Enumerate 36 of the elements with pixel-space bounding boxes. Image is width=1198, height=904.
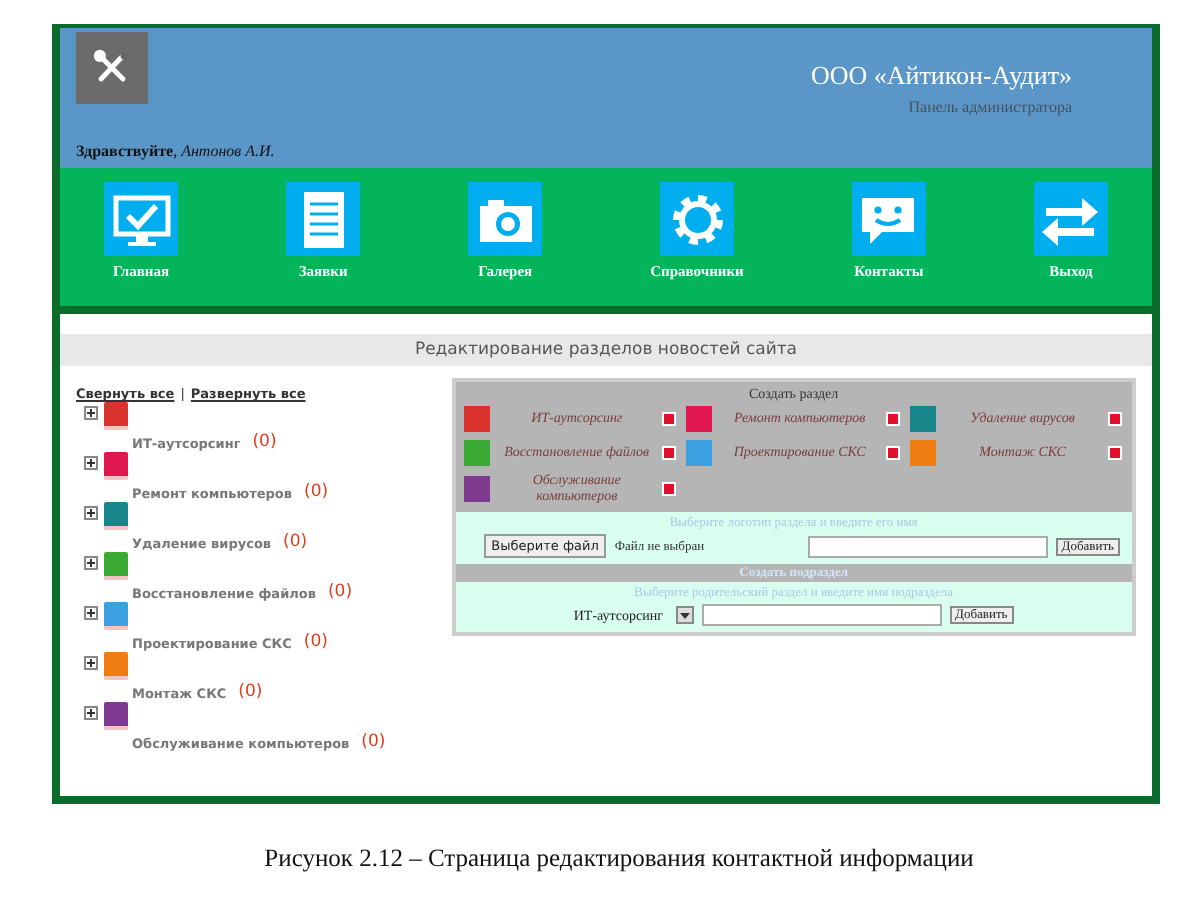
expand-toggle-icon[interactable] [84,456,98,470]
delete-icon[interactable] [1108,446,1122,460]
delete-icon[interactable] [885,446,900,460]
delete-icon[interactable] [662,412,677,426]
delete-icon[interactable] [662,482,677,497]
item-count: (0) [304,482,329,502]
arrows-icon[interactable] [1033,182,1108,256]
greeting-text: Здравствуйте, Антонов А.И. [76,142,275,160]
item-count: (0) [361,732,386,752]
delete-icon[interactable] [1108,412,1122,426]
tools-logo-icon [76,32,148,104]
dropdown-caret-icon[interactable] [675,606,694,625]
subsection-name-field[interactable] [701,604,942,627]
figure-caption: Рисунок 2.12 – Страница редактирования контактной информации [262,844,976,874]
expand-toggle-icon[interactable] [84,506,98,520]
expand-toggle-icon[interactable] [84,606,98,620]
expand-toggle-icon[interactable] [84,706,98,720]
chat-icon[interactable] [851,182,926,256]
panel-subtitle: Панель администратора [908,98,1072,116]
item-count: (0) [327,582,353,602]
expand-toggle-icon[interactable] [84,406,98,420]
delete-icon[interactable] [662,446,677,460]
expand-toggle-icon[interactable] [84,656,98,670]
item-count: (0) [252,432,277,452]
monitor-icon[interactable] [104,182,178,256]
item-count: (0) [283,532,308,552]
expand-toggle-icon[interactable] [84,556,98,570]
gear-icon[interactable] [660,182,734,256]
item-count: (0) [303,632,328,652]
camera-icon[interactable] [468,182,543,256]
item-count: (0) [238,682,263,702]
section-name-field[interactable] [807,535,1048,558]
company-name: ООО «Айтикон-Аудит» [810,60,1072,92]
delete-icon[interactable] [885,412,900,426]
document-icon[interactable] [286,182,361,256]
content-title: Редактирование разделов новостей сайта [60,334,1152,366]
